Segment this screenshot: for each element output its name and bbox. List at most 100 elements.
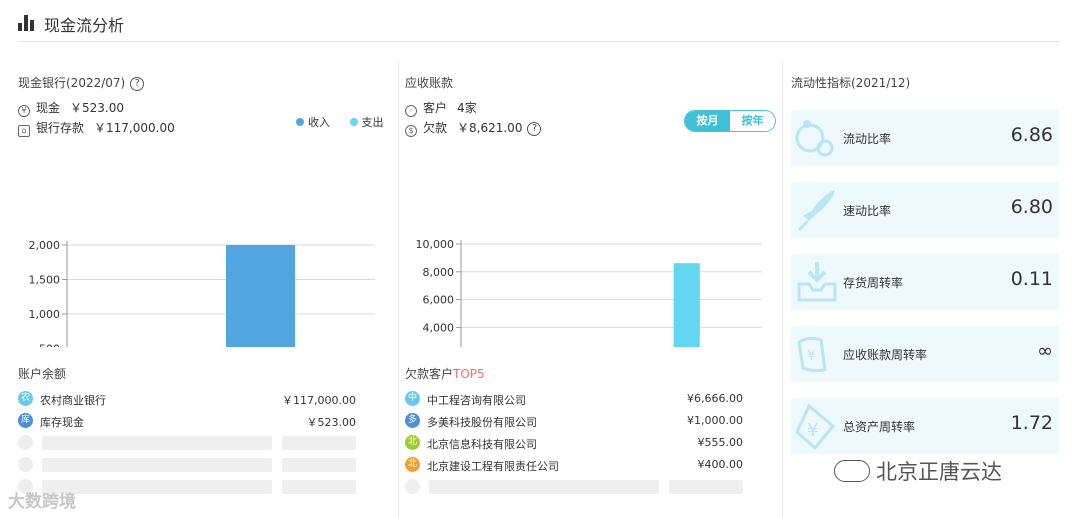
- rocket-icon: [795, 186, 839, 234]
- wechat-icon: [834, 460, 870, 482]
- list-item-amount: ¥555.00: [697, 436, 744, 449]
- cash-line: ¥ 现金 ￥523.00: [18, 99, 124, 117]
- list-avatar: 北: [405, 435, 420, 450]
- list-item[interactable]: 中中工程咨询有限公司 ¥6,666.00: [405, 388, 743, 410]
- list-item-amount: ¥400.00: [697, 458, 744, 471]
- list-item[interactable]: 多多美科技股份有限公司 ¥1,000.00: [405, 410, 743, 432]
- kpi-label: 流动比率: [843, 132, 892, 146]
- svg-text:¥: ¥: [807, 420, 818, 441]
- user-icon: ◦: [405, 105, 417, 117]
- list-item-name: 库存现金: [40, 416, 84, 429]
- bar[interactable]: [226, 245, 295, 347]
- toggle-year[interactable]: 按年: [730, 111, 775, 131]
- list-item-amount: ￥117,000.00: [282, 394, 356, 407]
- cash-bank-panel: 现金银行(2022/07)? ¥ 现金 ￥523.00 ⌂ 银行存款 ￥117,000.…: [0, 62, 398, 517]
- legend-income[interactable]: 收入: [308, 116, 330, 129]
- bank-icon: ⌂: [18, 125, 30, 137]
- placeholder-row: [18, 432, 356, 454]
- receivable-title: 应收账款: [405, 76, 454, 90]
- placeholder-bar: [282, 458, 356, 472]
- debtors-title: 欠款客户: [405, 367, 454, 381]
- list-item-amount: ¥1,000.00: [687, 414, 743, 427]
- placeholder-bar: [429, 480, 659, 494]
- kpi-value: 6.80: [1010, 196, 1053, 218]
- bank-title: 现金银行(2022/07): [18, 76, 126, 90]
- debt-line: $ 欠款 ￥8,621.00?: [405, 119, 542, 137]
- yen-coin-icon: ¥: [795, 330, 839, 378]
- accounts-title: 账户余额: [18, 367, 67, 381]
- debtors-list: 中中工程咨询有限公司 ¥6,666.00 多多美科技股份有限公司 ¥1,000.00 北…: [405, 388, 743, 498]
- bank-section-title: 现金银行(2022/07)?: [18, 74, 145, 91]
- y-tick-label: 6,000: [423, 294, 455, 307]
- kpi-label: 速动比率: [843, 204, 892, 218]
- receivable-panel: 应收账款 ◦客户4家 $欠款￥8,621.00? 按月 按年 02,0004,0…: [398, 62, 783, 517]
- cash-label: 现金: [36, 101, 61, 115]
- kpi-label: 存货周转率: [843, 276, 904, 290]
- moneybag-icon: $: [405, 125, 417, 137]
- chart-legend: 收入 支出: [296, 114, 384, 130]
- list-item-name: 北京信息科技有限公司: [427, 438, 537, 451]
- debt-value: ￥8,621.00: [457, 121, 523, 135]
- kpi-value: 6.86: [1010, 124, 1053, 146]
- placeholder-row: [18, 454, 356, 476]
- list-item[interactable]: 库库存现金 ￥523.00: [18, 410, 356, 432]
- help-icon[interactable]: ?: [130, 76, 145, 91]
- list-item-amount: ¥6,666.00: [687, 392, 743, 405]
- cash-value: ￥523.00: [70, 101, 125, 115]
- liquidity-title: 流动性指标(2021/12): [791, 76, 911, 90]
- bar[interactable]: [673, 263, 700, 347]
- inbox-download-icon: [795, 258, 839, 306]
- legend-expense[interactable]: 支出: [362, 116, 384, 129]
- liquidity-panel: 流动性指标(2021/12) 流动比率 6.86 速动比率 6.80 存货周转率 0.11…: [783, 62, 1080, 517]
- kpi-card[interactable]: ¥ 应收账款周转率 ∞: [791, 326, 1059, 382]
- customer-label: 客户: [423, 101, 448, 115]
- kpi-value: 1.72: [1010, 412, 1053, 434]
- kpi-label: 总资产周转率: [843, 420, 916, 434]
- period-toggle[interactable]: 按月 按年: [684, 110, 776, 132]
- toggle-month[interactable]: 按月: [685, 111, 730, 131]
- list-item[interactable]: 北北京建设工程有限责任公司 ¥400.00: [405, 454, 743, 476]
- list-item[interactable]: 北北京信息科技有限公司 ¥555.00: [405, 432, 743, 454]
- debtors-title-highlight: TOP5: [453, 367, 485, 381]
- yen-tag-icon: ¥: [795, 402, 839, 451]
- deposit-label: 银行存款: [36, 121, 85, 135]
- y-tick-label: 1,000: [29, 308, 61, 321]
- accounts-list: 农农村商业银行 ￥117,000.00 库库存现金 ￥523.00: [18, 388, 356, 498]
- kpi-card[interactable]: 流动比率 6.86: [791, 110, 1059, 166]
- y-tick-label: 4,000: [423, 321, 455, 334]
- placeholder-avatar: [405, 479, 420, 494]
- watermark-right-text: 北京正唐云达: [876, 460, 1002, 484]
- page-header: 现金流分析: [18, 12, 1060, 42]
- watermark-left: 大数跨境: [8, 492, 76, 512]
- placeholder-avatar: [18, 457, 33, 472]
- kpi-card[interactable]: 存货周转率 0.11: [791, 254, 1059, 310]
- legend-expense-swatch: [349, 118, 358, 126]
- list-avatar: 北: [405, 457, 420, 472]
- list-avatar: 农: [18, 391, 33, 406]
- placeholder-bar: [42, 436, 272, 450]
- yen-icon: ¥: [18, 105, 30, 117]
- kpi-card[interactable]: ¥ 总资产周转率 1.72: [791, 398, 1059, 454]
- kpi-label: 应收账款周转率: [843, 348, 928, 362]
- kpi-value: ∞: [1037, 340, 1053, 362]
- help-icon[interactable]: ?: [527, 121, 542, 136]
- page-title: 现金流分析: [44, 16, 125, 35]
- placeholder-bar: [42, 480, 272, 494]
- y-tick-label: 2,000: [29, 239, 61, 252]
- placeholder-row: [405, 476, 743, 498]
- placeholder-bar: [282, 436, 356, 450]
- customer-value: 4家: [457, 101, 477, 115]
- list-item[interactable]: 农农村商业银行 ￥117,000.00: [18, 388, 356, 410]
- kpi-card[interactable]: 速动比率 6.80: [791, 182, 1059, 238]
- list-item-name: 多美科技股份有限公司: [427, 416, 537, 429]
- placeholder-bar: [669, 480, 743, 494]
- list-avatar: 库: [18, 413, 33, 428]
- deposit-line: ⌂ 银行存款 ￥117,000.00: [18, 119, 175, 137]
- debtors-section-title: 欠款客户TOP5: [405, 365, 485, 382]
- placeholder-bar: [282, 480, 356, 494]
- bank-bar-chart: 05001,0001,5002,000农村商业银行库存现金: [29, 239, 375, 347]
- y-tick-label: 1,500: [29, 274, 61, 287]
- legend-income-swatch: [296, 118, 304, 126]
- bar-chart-icon: [18, 15, 36, 31]
- placeholder-avatar: [18, 435, 33, 450]
